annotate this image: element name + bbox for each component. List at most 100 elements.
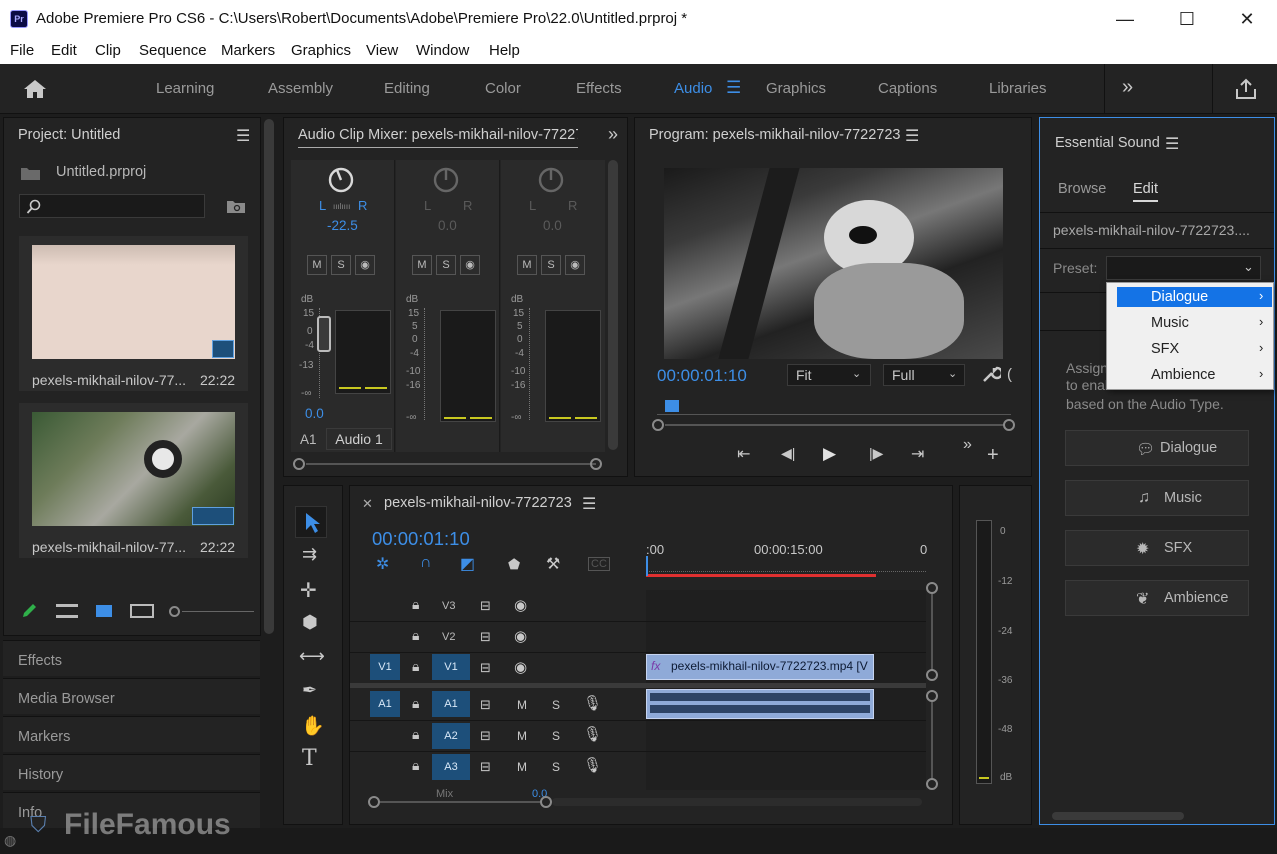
zoom-slider-track[interactable] (182, 611, 254, 612)
zoom-bar[interactable] (665, 424, 1005, 426)
project-search-input[interactable] (19, 194, 205, 218)
mute-button[interactable]: M (517, 255, 537, 275)
selection-tool[interactable] (295, 506, 327, 538)
more-buttons-icon[interactable]: » (963, 436, 972, 454)
volume-value[interactable]: 0.0 (305, 406, 324, 421)
workspace-menu-icon[interactable]: ☰ (726, 78, 741, 98)
lock-icon[interactable]: 🔒︎ (412, 695, 419, 712)
project-item[interactable]: pexels-mikhail-nilov-77... 22:22 (19, 403, 248, 558)
microphone-icon[interactable]: 🎙︎ (583, 756, 602, 774)
menu-window[interactable]: Window (416, 42, 469, 59)
menu-clip[interactable]: Clip (95, 42, 121, 59)
mixer-panel-title[interactable]: Audio Clip Mixer: pexels-mikhail-nilov-7… (298, 127, 578, 148)
playhead[interactable] (646, 556, 648, 576)
pan-knob[interactable] (432, 166, 460, 194)
record-button[interactable]: ◉ (460, 255, 480, 275)
record-button[interactable]: ◉ (565, 255, 585, 275)
menu-item-dialogue[interactable]: Dialogue › (1117, 287, 1272, 307)
pan-knob[interactable] (327, 166, 355, 194)
zoom-handle-right[interactable] (1003, 419, 1015, 431)
media-browser-panel-tab[interactable]: Media Browser (3, 678, 260, 714)
hand-icon[interactable]: ✋ (301, 714, 325, 738)
source-patch-a1[interactable]: A1 (370, 691, 400, 717)
hscroll-handle-right[interactable] (540, 796, 552, 808)
wrench-icon[interactable] (981, 364, 1001, 384)
track-target-a1[interactable]: A1 (432, 691, 470, 717)
music-button[interactable]: ♫ Music (1065, 480, 1249, 516)
menu-graphics[interactable]: Graphics (291, 42, 351, 59)
slip-icon[interactable]: ⟷ (299, 646, 325, 667)
captions-icon[interactable]: CC (588, 557, 610, 571)
mute-button[interactable]: M (412, 255, 432, 275)
vscroll-handle[interactable] (926, 778, 938, 790)
menu-sequence[interactable]: Sequence (139, 42, 207, 59)
audio-clip[interactable] (646, 689, 874, 719)
microphone-icon[interactable]: 🎙︎ (583, 694, 602, 712)
mute-button[interactable]: M (307, 255, 327, 275)
markers-panel-tab[interactable]: Markers (3, 716, 260, 752)
pan-value[interactable]: -22.5 (327, 218, 358, 233)
solo-button[interactable]: S (541, 255, 561, 275)
pan-knob[interactable] (537, 166, 565, 194)
mute-track-button[interactable]: M (517, 698, 527, 712)
lock-icon[interactable]: 🔒︎ (412, 627, 419, 644)
workspace-libraries[interactable]: Libraries (989, 80, 1047, 97)
zoom-slider-handle[interactable] (169, 606, 180, 617)
step-forward-icon[interactable]: |▶ (869, 445, 883, 462)
solo-button[interactable]: S (436, 255, 456, 275)
list-view-icon[interactable] (56, 604, 78, 618)
lock-icon[interactable]: 🔒︎ (412, 757, 419, 774)
lock-icon[interactable]: 🔒︎ (412, 596, 419, 613)
ripple-edit-icon[interactable]: ✛ (300, 578, 317, 603)
solo-track-button[interactable]: S (552, 729, 560, 743)
timeline-hscroll[interactable] (380, 801, 540, 803)
menu-item-sfx[interactable]: SFX › (1117, 339, 1272, 359)
workspace-color[interactable]: Color (485, 80, 521, 97)
sync-lock-icon[interactable]: ⊟ (480, 629, 491, 645)
microphone-icon[interactable]: 🎙︎ (583, 725, 602, 743)
nest-icon[interactable]: ✲ (376, 554, 389, 574)
program-timecode[interactable]: 00:00:01:10 (657, 366, 747, 386)
track-target-a3[interactable]: A3 (432, 754, 470, 780)
solo-button[interactable]: S (331, 255, 351, 275)
freeform-view-icon[interactable] (130, 604, 154, 618)
workspace-audio[interactable]: Audio (674, 80, 712, 97)
home-icon[interactable] (22, 78, 48, 100)
workspace-effects[interactable]: Effects (576, 80, 622, 97)
share-icon[interactable] (1234, 77, 1258, 101)
sync-lock-icon[interactable]: ⊟ (480, 697, 491, 713)
mute-track-button[interactable]: M (517, 760, 527, 774)
more-panels-icon[interactable]: » (608, 124, 618, 145)
menu-edit[interactable]: Edit (51, 42, 77, 59)
timeline-timecode[interactable]: 00:00:01:10 (372, 528, 470, 550)
program-video-frame[interactable] (664, 168, 1003, 359)
type-tool-icon[interactable]: T (302, 746, 317, 771)
eye-icon[interactable]: ◉ (514, 596, 527, 614)
panel-menu-icon[interactable]: ☰ (582, 494, 596, 514)
quality-select[interactable]: Full ⌄ (883, 364, 965, 386)
sync-lock-icon[interactable]: ⊟ (480, 598, 491, 614)
more-workspaces-icon[interactable]: » (1122, 76, 1133, 99)
panel-menu-icon[interactable]: ☰ (1165, 134, 1179, 154)
workspace-assembly[interactable]: Assembly (268, 80, 333, 97)
vscroll-handle[interactable] (926, 582, 938, 594)
menu-view[interactable]: View (366, 42, 398, 59)
pencil-icon[interactable] (20, 602, 38, 620)
workspace-editing[interactable]: Editing (384, 80, 430, 97)
find-bin-icon[interactable] (226, 198, 246, 214)
essential-sound-scrollbar[interactable] (1052, 812, 1184, 820)
panel-menu-icon[interactable]: ☰ (236, 126, 250, 146)
scroll-handle-left[interactable] (293, 458, 305, 470)
tab-browse[interactable]: Browse (1058, 181, 1106, 197)
effects-panel-tab[interactable]: Effects (3, 640, 260, 676)
snap-icon[interactable]: ∩ (420, 554, 432, 572)
workspace-learning[interactable]: Learning (156, 80, 214, 97)
step-back-icon[interactable]: ◀| (781, 445, 795, 462)
video-clip[interactable]: fx pexels-mikhail-nilov-7722723.mp4 [V (646, 654, 874, 680)
dialogue-button[interactable]: 💬︎ Dialogue (1065, 430, 1249, 466)
menu-help[interactable]: Help (489, 42, 520, 59)
maximize-button[interactable]: ☐ (1164, 0, 1210, 38)
pen-icon[interactable]: ✒ (302, 680, 317, 701)
track-target-v1[interactable]: V1 (432, 654, 470, 680)
mute-track-button[interactable]: M (517, 729, 527, 743)
